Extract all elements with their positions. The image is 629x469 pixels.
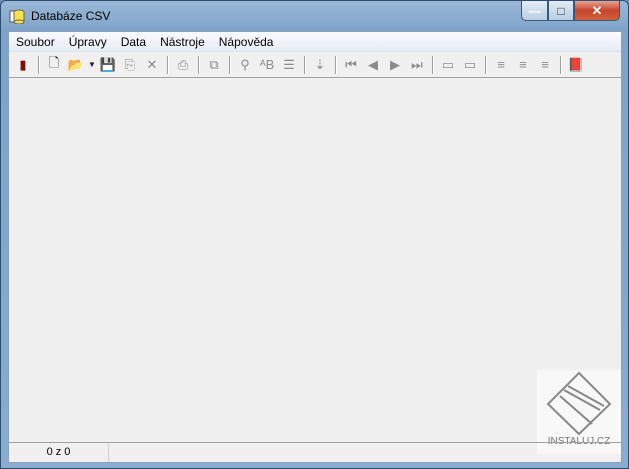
sort-az-button[interactable]: ⇣: [309, 54, 331, 76]
menu-data[interactable]: Data: [114, 32, 153, 52]
next-record-button[interactable]: ▶: [384, 54, 406, 76]
goto-button[interactable]: ☰: [278, 54, 300, 76]
add-column-icon: ≡: [497, 57, 505, 72]
replace-icon: ᴬB: [259, 57, 275, 72]
replace-button[interactable]: ᴬB: [256, 54, 278, 76]
maximize-button[interactable]: □: [548, 1, 574, 21]
open-folder-button[interactable]: 📂: [65, 54, 87, 76]
menu-upravy[interactable]: Úpravy: [62, 32, 114, 52]
watermark-logo: [546, 371, 612, 436]
save-as-icon: ⎘: [124, 56, 136, 72]
toolbar-separator: [38, 55, 39, 74]
find-button[interactable]: ⚲: [234, 54, 256, 76]
toolbar-separator: [485, 55, 486, 74]
toolbar: ▮ 🗋 📂 ▼ 💾 ⎘ ✕ ⎙ ⧉ ⚲ ᴬB ☰ ⇣ ⏮ ◀ ▶ ⏭ ▭ ▭ ≡ ≡ ≡ 📕: [9, 52, 621, 78]
add-row-button[interactable]: ▭: [437, 54, 459, 76]
next-record-icon: ▶: [390, 56, 400, 72]
insert-column-button[interactable]: ≡: [512, 54, 534, 76]
database-icon: [9, 9, 25, 24]
delete-row-icon: ▭: [463, 56, 477, 72]
help-book-icon: 📕: [567, 56, 585, 72]
delete-icon: ✕: [146, 56, 158, 72]
toolbar-separator: [167, 55, 168, 74]
window-title: Databáze CSV: [31, 9, 111, 23]
goto-icon: ☰: [283, 56, 295, 72]
record-counter: 0 z 0: [9, 443, 109, 462]
print-icon: ⎙: [177, 56, 189, 72]
minimize-button[interactable]: —: [521, 1, 548, 21]
toolbar-separator: [335, 55, 336, 74]
new-file-icon: 🗋: [48, 54, 60, 70]
last-record-icon: ⏭: [411, 56, 423, 72]
delete-column-icon: ≡: [541, 57, 549, 72]
menu-napoveda[interactable]: Nápověda: [212, 32, 281, 52]
delete-row-button[interactable]: ▭: [459, 54, 481, 76]
delete-column-button[interactable]: ≡: [534, 54, 556, 76]
save-as-button[interactable]: ⎘: [119, 54, 141, 76]
app-window: Databáze CSV — □ ✕ Soubor Úpravy Data Ná…: [0, 0, 629, 469]
prev-record-icon: ◀: [368, 56, 378, 72]
prev-record-button[interactable]: ◀: [362, 54, 384, 76]
add-column-button[interactable]: ≡: [490, 54, 512, 76]
exit-button[interactable]: ▮: [12, 54, 34, 76]
print-button[interactable]: ⎙: [172, 54, 194, 76]
copy-button[interactable]: ⧉: [203, 54, 225, 76]
exit-icon: ▮: [19, 56, 27, 72]
insert-column-icon: ≡: [519, 57, 527, 72]
new-file-button[interactable]: 🗋: [43, 54, 65, 76]
open-folder-icon: 📂: [67, 56, 85, 72]
menu-soubor[interactable]: Soubor: [9, 32, 62, 52]
last-record-button[interactable]: ⏭: [406, 54, 428, 76]
first-record-button[interactable]: ⏮: [340, 54, 362, 76]
sort-az-icon: ⇣: [314, 56, 326, 72]
copy-icon: ⧉: [209, 56, 219, 72]
toolbar-separator: [560, 55, 561, 74]
menu-bar: Soubor Úpravy Data Nástroje Nápověda: [9, 32, 621, 52]
close-button[interactable]: ✕: [574, 1, 620, 21]
toolbar-separator: [304, 55, 305, 74]
toolbar-separator: [432, 55, 433, 74]
title-bar: Databáze CSV: [9, 6, 110, 26]
menu-nastroje[interactable]: Nástroje: [153, 32, 212, 52]
status-bar: 0 z 0: [9, 442, 621, 462]
first-record-icon: ⏮: [345, 56, 357, 72]
save-button[interactable]: 💾: [97, 54, 119, 76]
find-icon: ⚲: [240, 56, 250, 72]
toolbar-separator: [198, 55, 199, 74]
help-book-button[interactable]: 📕: [565, 54, 587, 76]
delete-button[interactable]: ✕: [141, 54, 163, 76]
data-grid-area[interactable]: [9, 79, 621, 443]
add-row-icon: ▭: [441, 56, 455, 72]
toolbar-separator: [229, 55, 230, 74]
save-icon: 💾: [99, 56, 117, 72]
open-dropdown-arrow-icon[interactable]: ▼: [87, 60, 97, 69]
client-area: Soubor Úpravy Data Nástroje Nápověda ▮ 🗋 📂…: [8, 31, 622, 463]
